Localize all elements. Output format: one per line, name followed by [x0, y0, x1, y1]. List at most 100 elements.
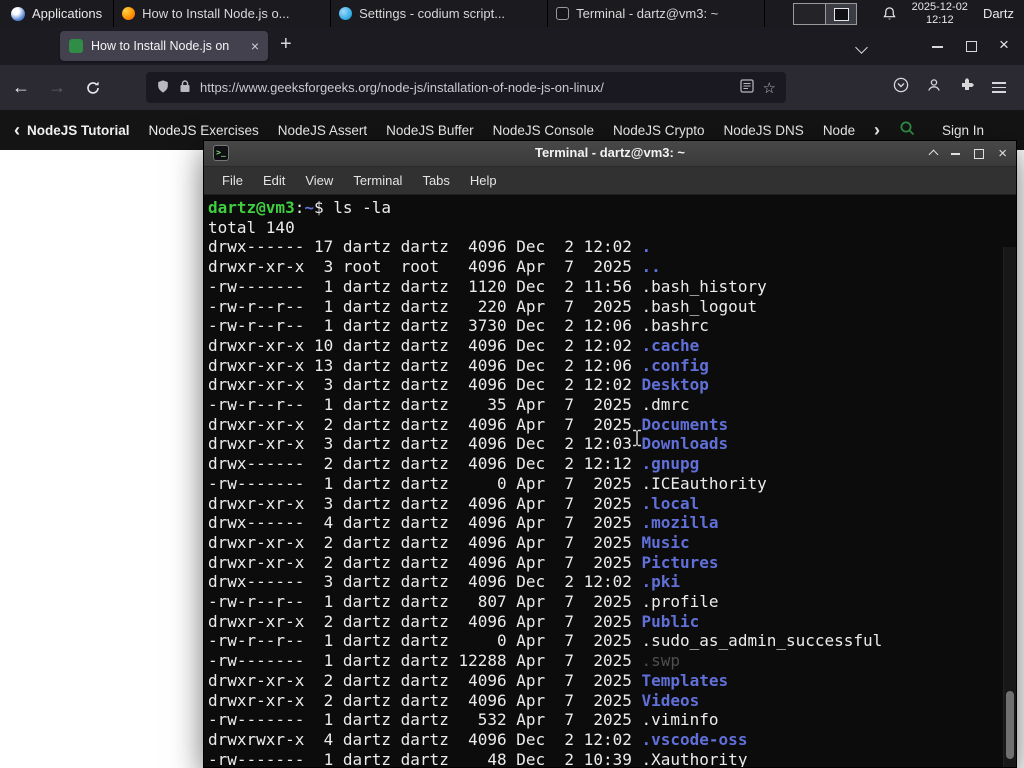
menu-tabs[interactable]: Tabs [412, 173, 459, 188]
terminal-line: drwx------ 4 dartz dartz 4096 Apr 7 2025… [208, 513, 719, 533]
menu-file[interactable]: File [212, 173, 253, 188]
chevron-up-icon [928, 149, 939, 159]
terminal-line: -rw------- 1 dartz dartz 0 Apr 7 2025 .I… [208, 473, 767, 493]
terminal-line: -rw------- 1 dartz dartz 48 Dec 2 10:39 … [208, 749, 748, 767]
panel-window-button[interactable]: How to Install Node.js o... [114, 0, 332, 27]
desktop: Applications How to Install Node.js o...… [0, 0, 1024, 768]
list-all-tabs-button[interactable] [855, 39, 868, 57]
clock-time: 12:12 [926, 13, 954, 26]
nav-item-nodejs-tutorial[interactable]: ‹ NodeJS Tutorial [14, 121, 130, 139]
applications-icon [11, 6, 25, 21]
terminal-close-button[interactable]: × [998, 146, 1007, 161]
window-minimize-button[interactable] [932, 46, 943, 48]
panel-clock[interactable]: 2025-12-02 12:12 [912, 1, 968, 26]
terminal-maximize-button[interactable] [974, 148, 985, 159]
mini-window-icon [833, 7, 849, 21]
account-icon[interactable] [926, 77, 942, 98]
terminal-window-controls: × [928, 141, 1007, 166]
extensions-icon[interactable] [959, 77, 975, 98]
menu-icon[interactable] [992, 79, 1006, 96]
search-icon[interactable] [899, 120, 916, 140]
terminal-line: -rw-r--r-- 1 dartz dartz 220 Apr 7 2025 … [208, 296, 758, 316]
tab-close-icon[interactable]: × [251, 39, 259, 53]
menu-help[interactable]: Help [460, 173, 507, 188]
terminal-output[interactable]: dartz@vm3:~$ ls -la total 140 drwx------… [204, 195, 1016, 767]
nav-item-nodejs-console[interactable]: NodeJS Console [493, 123, 594, 138]
terminal-scrollbar[interactable] [1003, 247, 1016, 767]
window-close-button[interactable]: × [999, 35, 1009, 55]
nav-item-nodejs-dns[interactable]: NodeJS DNS [724, 123, 804, 138]
back-button[interactable]: ← [6, 73, 36, 103]
terminal-line: drwxr-xr-x 3 dartz dartz 4096 Apr 7 2025… [208, 493, 700, 513]
terminal-line: drwx------ 2 dartz dartz 4096 Dec 2 12:1… [208, 454, 700, 474]
nav-item-nodejs-crypto[interactable]: NodeJS Crypto [613, 123, 705, 138]
terminal-line: drwxr-xr-x 3 dartz dartz 4096 Dec 2 12:0… [208, 375, 709, 395]
nav-item-node[interactable]: Node [823, 123, 855, 138]
terminal-total-line: total 140 [208, 217, 295, 237]
terminal-line: drwxr-xr-x 2 dartz dartz 4096 Apr 7 2025… [208, 532, 690, 552]
terminal-prompt-line: dartz@vm3:~$ ls -la [208, 198, 1002, 218]
nav-item-nodejs-assert[interactable]: NodeJS Assert [278, 123, 367, 138]
terminal-title: Terminal - dartz@vm3: ~ [534, 145, 686, 160]
panel-status-area: 2025-12-02 12:12 Dartz [882, 1, 1024, 26]
terminal-titlebar[interactable]: >_ Terminal - dartz@vm3: ~ × [204, 141, 1016, 167]
desktop-panel: Applications How to Install Node.js o...… [0, 0, 1024, 27]
reload-button[interactable] [78, 73, 108, 103]
workspace-1[interactable] [794, 3, 826, 24]
menu-terminal[interactable]: Terminal [343, 173, 412, 188]
terminal-line: drwx------ 3 dartz dartz 4096 Dec 2 12:0… [208, 572, 681, 592]
lock-icon[interactable] [179, 79, 191, 96]
terminal-line: drwxr-xr-x 2 dartz dartz 4096 Apr 7 2025… [208, 670, 729, 690]
terminal-line: -rw-r--r-- 1 dartz dartz 35 Apr 7 2025 .… [208, 395, 690, 415]
panel-window-button[interactable]: Settings - codium script... [331, 0, 549, 27]
terminal-line: drwxr-xr-x 2 dartz dartz 4096 Apr 7 2025… [208, 611, 700, 631]
terminal-line: drwxr-xr-x 10 dartz dartz 4096 Dec 2 12:… [208, 335, 700, 355]
window-maximize-button[interactable] [966, 41, 977, 52]
prompt-user: dartz@vm3 [208, 198, 295, 217]
workspace-switcher[interactable] [793, 2, 858, 25]
panel-window-label: How to Install Node.js o... [142, 6, 290, 21]
browser-tab-active[interactable]: How to Install Node.js on × [60, 31, 268, 61]
terminal-line: -rw------- 1 dartz dartz 532 Apr 7 2025 … [208, 710, 719, 730]
browser-tab-bar: How to Install Node.js on × + × [0, 27, 1024, 65]
terminal-listing: drwx------ 17 dartz dartz 4096 Dec 2 12:… [208, 237, 1002, 767]
notification-bell-icon[interactable] [882, 6, 897, 21]
terminal-menubar: File Edit View Terminal Tabs Help [204, 167, 1016, 195]
terminal-line: -rw-r--r-- 1 dartz dartz 3730 Dec 2 12:0… [208, 316, 709, 336]
panel-window-label: Terminal - dartz@vm3: ~ [576, 6, 719, 21]
nav-item-nodejs-exercises[interactable]: NodeJS Exercises [149, 123, 259, 138]
menu-edit[interactable]: Edit [253, 173, 295, 188]
user-menu[interactable]: Dartz [983, 6, 1014, 21]
bookmark-star-icon[interactable]: ☆ [763, 79, 776, 97]
terminal-line: -rw-r--r-- 1 dartz dartz 0 Apr 7 2025 .s… [208, 631, 883, 651]
scrollbar-thumb[interactable] [1006, 691, 1014, 759]
tracking-protection-shield-icon[interactable] [156, 79, 170, 97]
prompt-colon: : [294, 198, 305, 217]
chevron-left-icon[interactable]: ‹ [14, 121, 20, 139]
nav-item-list: NodeJS Exercises NodeJS Assert NodeJS Buff… [149, 123, 855, 138]
chevron-right-icon[interactable]: › [874, 121, 880, 139]
reader-mode-icon[interactable] [739, 79, 754, 96]
geeksforgeeks-favicon [69, 39, 83, 53]
pocket-icon[interactable] [893, 77, 909, 98]
nav-primary-label: NodeJS Tutorial [27, 122, 130, 138]
new-tab-button[interactable]: + [280, 33, 292, 56]
panel-window-list: How to Install Node.js o... Settings - co… [114, 0, 766, 27]
tab-title: How to Install Node.js on [91, 39, 230, 53]
browser-toolbar: ← → https://www.geeksforgeeks.org/node-j… [0, 65, 1024, 110]
terminal-line: drwx------ 17 dartz dartz 4096 Dec 2 12:… [208, 237, 652, 257]
terminal-line: drwxrwxr-x 4 dartz dartz 4096 Dec 2 12:0… [208, 729, 748, 749]
url-text[interactable]: https://www.geeksforgeeks.org/node-js/in… [200, 80, 731, 95]
url-bar[interactable]: https://www.geeksforgeeks.org/node-js/in… [146, 72, 786, 103]
forward-button[interactable]: → [42, 73, 72, 103]
applications-menu-button[interactable]: Applications [0, 0, 115, 27]
terminal-rollup-button[interactable] [928, 145, 939, 163]
terminal-minimize-button[interactable] [951, 152, 961, 155]
signin-button[interactable]: Sign In [942, 123, 984, 138]
terminal-line: -rw------- 1 dartz dartz 1120 Dec 2 11:5… [208, 276, 767, 296]
nav-item-nodejs-buffer[interactable]: NodeJS Buffer [386, 123, 474, 138]
panel-window-button[interactable]: Terminal - dartz@vm3: ~ [548, 0, 766, 27]
workspace-2[interactable] [825, 3, 857, 24]
terminal-line: -rw-r--r-- 1 dartz dartz 807 Apr 7 2025 … [208, 592, 719, 612]
menu-view[interactable]: View [295, 173, 343, 188]
